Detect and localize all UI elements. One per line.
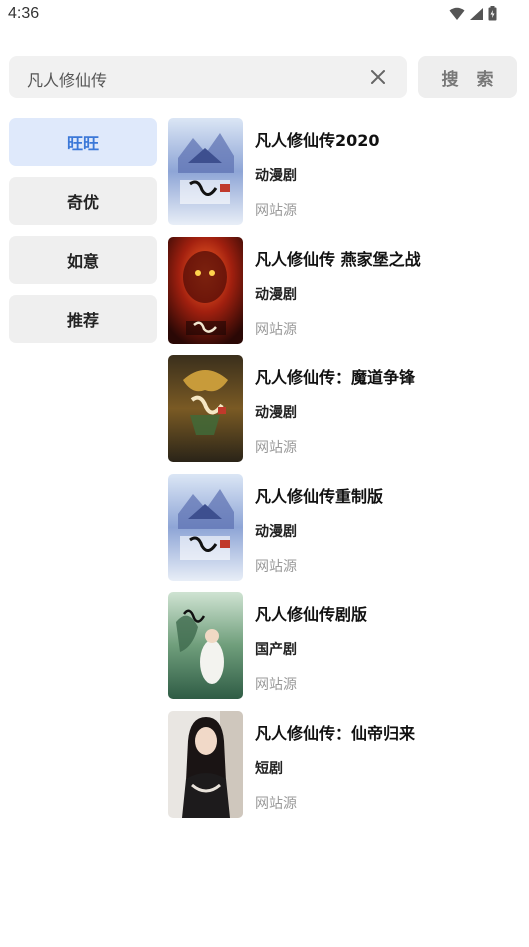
result-title: 凡人修仙传 燕家堡之战 xyxy=(255,249,421,269)
result-title: 凡人修仙传重制版 xyxy=(255,486,384,506)
result-list: 凡人修仙传2020 动漫剧 网站源 凡人修仙传 燕家堡之战 动漫剧 网站源 凡人… xyxy=(168,118,523,829)
result-type: 动漫剧 xyxy=(255,168,297,184)
result-item[interactable]: 凡人修仙传剧版 国产剧 网站源 xyxy=(168,592,523,699)
result-item[interactable]: 凡人修仙传：魔道争锋 动漫剧 网站源 xyxy=(168,355,523,462)
search-button[interactable]: 搜 索 xyxy=(418,56,517,98)
status-icons xyxy=(449,6,497,21)
result-type: 短剧 xyxy=(255,760,283,777)
result-item[interactable]: 凡人修仙传：仙帝归来 短剧 网站源 xyxy=(168,710,523,818)
status-bar: 4:36 xyxy=(0,0,529,32)
result-type: 动漫剧 xyxy=(255,405,297,421)
result-source: 网站源 xyxy=(255,795,297,812)
poster-image xyxy=(168,236,243,344)
result-source: 网站源 xyxy=(255,558,297,575)
result-item[interactable]: 凡人修仙传重制版 动漫剧 网站源 xyxy=(168,473,523,581)
result-type: 国产剧 xyxy=(255,642,297,658)
poster-image xyxy=(168,710,243,818)
result-title: 凡人修仙传：魔道争锋 xyxy=(255,368,416,387)
result-source: 网站源 xyxy=(255,203,297,219)
battery-icon xyxy=(488,6,497,21)
poster-image xyxy=(168,118,243,225)
result-type: 动漫剧 xyxy=(255,523,297,540)
result-source: 网站源 xyxy=(255,677,297,693)
result-source: 网站源 xyxy=(255,440,297,456)
result-item[interactable]: 凡人修仙传2020 动漫剧 网站源 xyxy=(168,118,523,225)
result-source: 网站源 xyxy=(255,321,297,338)
search-input[interactable]: 凡人修仙传 xyxy=(9,56,407,98)
search-query-text: 凡人修仙传 xyxy=(27,71,108,90)
poster-image xyxy=(168,473,243,581)
source-item-qiyou[interactable]: 奇优 xyxy=(9,177,157,225)
source-list: 旺旺 奇优 如意 推荐 xyxy=(9,118,157,354)
result-item[interactable]: 凡人修仙传 燕家堡之战 动漫剧 网站源 xyxy=(168,236,523,344)
signal-icon xyxy=(470,7,483,20)
result-title: 凡人修仙传剧版 xyxy=(255,605,368,624)
source-item-ruyi[interactable]: 如意 xyxy=(9,236,157,284)
result-title: 凡人修仙传2020 xyxy=(255,131,380,150)
clear-icon[interactable] xyxy=(369,68,387,86)
poster-image xyxy=(168,355,243,462)
poster-image xyxy=(168,592,243,699)
source-item-wangwang[interactable]: 旺旺 xyxy=(9,118,157,166)
source-item-tuijian[interactable]: 推荐 xyxy=(9,295,157,343)
result-title: 凡人修仙传：仙帝归来 xyxy=(255,723,416,743)
result-type: 动漫剧 xyxy=(255,286,297,303)
status-time: 4:36 xyxy=(8,5,40,22)
wifi-icon xyxy=(449,7,465,20)
